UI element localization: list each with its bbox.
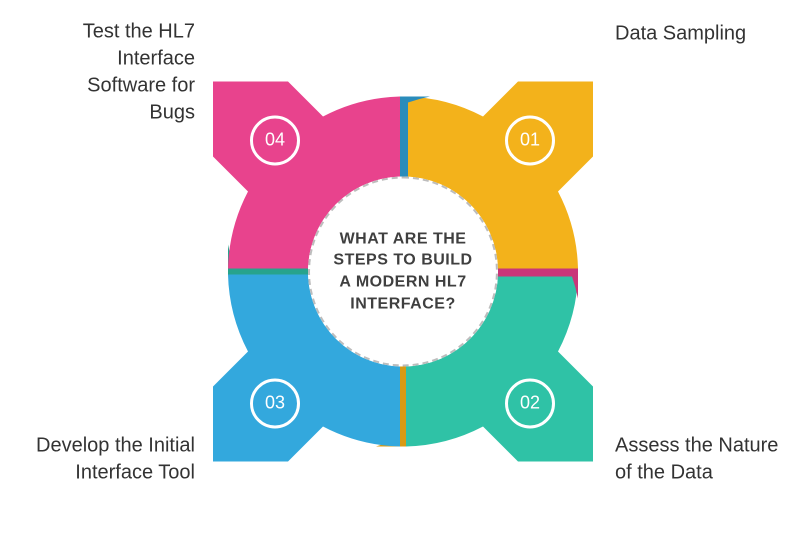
step-label-02: Assess the Nature of the Data xyxy=(615,432,795,486)
step-number-03-text: 03 xyxy=(265,393,285,414)
step-label-01-text: Data Sampling xyxy=(615,22,746,44)
step-label-03-text: Develop the Initial Interface Tool xyxy=(36,434,195,483)
center-circle: WHAT ARE THE STEPS TO BUILD A MODERN HL7… xyxy=(308,177,498,367)
step-number-01: 01 xyxy=(505,115,555,165)
step-label-03: Develop the Initial Interface Tool xyxy=(15,432,195,486)
step-number-01-text: 01 xyxy=(520,130,540,151)
step-label-01: Data Sampling xyxy=(615,20,785,47)
step-number-04-text: 04 xyxy=(265,130,285,151)
step-number-04: 04 xyxy=(250,115,300,165)
center-title: WHAT ARE THE STEPS TO BUILD A MODERN HL7… xyxy=(328,228,478,314)
step-label-04: Test the HL7 Interface Software for Bugs xyxy=(40,18,195,126)
step-number-02: 02 xyxy=(505,378,555,428)
hl7-steps-diagram: WHAT ARE THE STEPS TO BUILD A MODERN HL7… xyxy=(0,0,806,543)
step-number-02-text: 02 xyxy=(520,393,540,414)
step-number-03: 03 xyxy=(250,378,300,428)
step-label-02-text: Assess the Nature of the Data xyxy=(615,434,778,483)
